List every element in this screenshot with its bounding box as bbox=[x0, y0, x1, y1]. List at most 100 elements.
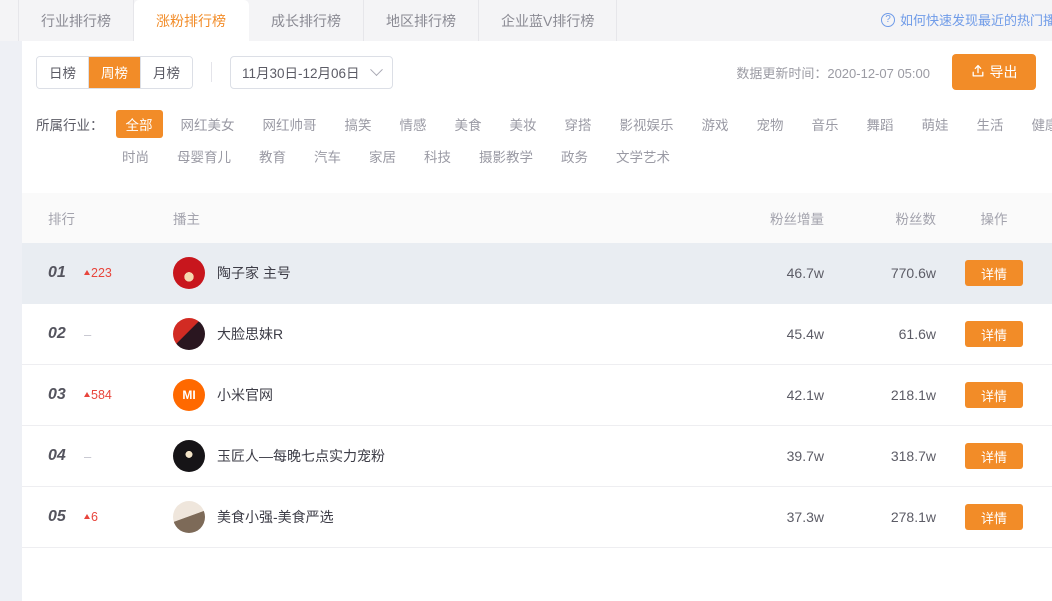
export-upload-icon bbox=[971, 64, 985, 81]
industry-tag-row1-14[interactable]: 生活 bbox=[967, 110, 1014, 138]
industry-tag-row1-6[interactable]: 美妆 bbox=[500, 110, 547, 138]
rank-number: 02 bbox=[48, 325, 66, 342]
avatar bbox=[173, 257, 205, 289]
author-name[interactable]: 大脸思妹R bbox=[217, 324, 283, 344]
cell-action: 详情 bbox=[936, 504, 1052, 530]
industry-filter-row-1: 所属行业： 全部 网红美女 网红帅哥 搞笑 情感 美食 美妆 穿搭 影视娱乐 游戏 宠物 音乐 舞蹈 萌娃… bbox=[36, 109, 1052, 139]
arrow-up-icon bbox=[84, 391, 90, 397]
tab-0[interactable]: 行业排行榜 bbox=[18, 0, 134, 41]
column-header-increase: 粉丝增量 bbox=[770, 212, 824, 227]
avatar bbox=[173, 440, 205, 472]
cell-fans-increase: 37.3w bbox=[786, 509, 824, 525]
cell-fans-total: 770.6w bbox=[890, 265, 936, 281]
industry-tag-row2-4[interactable]: 家居 bbox=[359, 142, 406, 170]
industry-tag-row1-4[interactable]: 情感 bbox=[390, 110, 437, 138]
tab-2[interactable]: 成长排行榜 bbox=[249, 0, 364, 41]
period-segmented-control[interactable]: 日榜 周榜 月榜 bbox=[36, 55, 193, 89]
table-row[interactable]: 02 – 大脸思妹R 45.4w 61.6w 详情 bbox=[22, 304, 1052, 365]
industry-tag-row1-3[interactable]: 搞笑 bbox=[335, 110, 382, 138]
rank-number: 04 bbox=[48, 447, 66, 464]
export-button[interactable]: 导出 bbox=[952, 54, 1036, 90]
industry-tag-row2-1[interactable]: 母婴育儿 bbox=[167, 142, 241, 170]
detail-button[interactable]: 详情 bbox=[965, 504, 1023, 530]
industry-tag-row1-15[interactable]: 健康 bbox=[1022, 110, 1052, 138]
industry-tag-row1-2[interactable]: 网红帅哥 bbox=[253, 110, 327, 138]
period-option-0[interactable]: 日榜 bbox=[37, 56, 89, 88]
help-link-label: 如何快速发现最近的热门播 bbox=[899, 13, 1052, 28]
date-range-value: 11月30日-12月06日 bbox=[242, 66, 360, 81]
table-header-row: 排行 播主 粉丝增量 粉丝数 操作 bbox=[22, 193, 1052, 243]
period-option-1[interactable]: 周榜 bbox=[89, 56, 141, 88]
cell-rank: 04 – bbox=[22, 447, 167, 465]
rank-delta-value: 223 bbox=[91, 266, 112, 280]
cell-rank: 05 6 bbox=[22, 508, 167, 526]
detail-button[interactable]: 详情 bbox=[965, 260, 1023, 286]
tab-1[interactable]: 涨粉排行榜 bbox=[134, 0, 249, 41]
industry-tag-row2-5[interactable]: 科技 bbox=[414, 142, 461, 170]
export-button-label: 导出 bbox=[989, 64, 1018, 80]
author-name[interactable]: 小米官网 bbox=[217, 385, 273, 405]
tab-4[interactable]: 企业蓝V排行榜 bbox=[479, 0, 618, 41]
author-name[interactable]: 玉匠人—每晚七点实力宠粉 bbox=[217, 446, 385, 466]
chevron-down-icon bbox=[369, 62, 383, 76]
industry-tag-row1-8[interactable]: 影视娱乐 bbox=[610, 110, 684, 138]
rank-delta-value: 6 bbox=[91, 510, 98, 524]
toolbar: 日榜 周榜 月榜 11月30日-12月06日 数据更新时间：2020-12-07 0… bbox=[22, 41, 1052, 103]
cell-rank: 03 584 bbox=[22, 386, 167, 404]
rank-delta: – bbox=[84, 449, 91, 464]
industry-tag-row2-7[interactable]: 政务 bbox=[551, 142, 598, 170]
table-row[interactable]: 05 6 美食小强-美食严选 37.3w 278.1w 详情 bbox=[22, 487, 1052, 548]
industry-tag-row1-9[interactable]: 游戏 bbox=[692, 110, 739, 138]
industry-tag-row1-12[interactable]: 舞蹈 bbox=[857, 110, 904, 138]
industry-tag-row2-0[interactable]: 时尚 bbox=[112, 142, 159, 170]
help-link[interactable]: ? 如何快速发现最近的热门播 bbox=[880, 10, 1052, 29]
content-card: 日榜 周榜 月榜 11月30日-12月06日 数据更新时间：2020-12-07 0… bbox=[22, 41, 1052, 601]
question-circle-icon: ? bbox=[880, 12, 895, 27]
column-header-total: 粉丝数 bbox=[895, 212, 937, 227]
industry-tag-row1-5[interactable]: 美食 bbox=[445, 110, 492, 138]
ranking-table: 排行 播主 粉丝增量 粉丝数 操作 01 223 陶子家 主号 46.7w 770.6w… bbox=[22, 193, 1052, 548]
data-update-time: 数据更新时间：2020-12-07 05:00 bbox=[736, 65, 930, 81]
cell-action: 详情 bbox=[936, 382, 1052, 408]
detail-button[interactable]: 详情 bbox=[965, 321, 1023, 347]
industry-tag-row1-0[interactable]: 全部 bbox=[115, 110, 163, 138]
cell-fans-increase: 42.1w bbox=[786, 387, 824, 403]
rank-delta-value: – bbox=[84, 448, 92, 464]
table-row[interactable]: 03 584 MI 小米官网 42.1w 218.1w 详情 bbox=[22, 365, 1052, 426]
industry-tag-row2-2[interactable]: 教育 bbox=[249, 142, 296, 170]
rank-delta-value: – bbox=[84, 326, 92, 342]
detail-button[interactable]: 详情 bbox=[965, 443, 1023, 469]
rank-delta: 584 bbox=[84, 388, 112, 402]
industry-tag-row2-3[interactable]: 汽车 bbox=[304, 142, 351, 170]
author-name[interactable]: 陶子家 主号 bbox=[217, 263, 291, 283]
industry-tag-row1-7[interactable]: 穿搭 bbox=[555, 110, 602, 138]
cell-rank: 02 – bbox=[22, 325, 167, 343]
industry-tag-row1-1[interactable]: 网红美女 bbox=[171, 110, 245, 138]
detail-button[interactable]: 详情 bbox=[965, 382, 1023, 408]
industry-filter: 所属行业： 全部 网红美女 网红帅哥 搞笑 情感 美食 美妆 穿搭 影视娱乐 游戏 宠物 音乐 舞蹈 萌娃… bbox=[22, 103, 1052, 185]
cell-fans-total: 61.6w bbox=[898, 326, 936, 342]
cell-fans-increase: 39.7w bbox=[786, 448, 824, 464]
cell-fans-total: 278.1w bbox=[890, 509, 936, 525]
industry-tag-row1-11[interactable]: 音乐 bbox=[802, 110, 849, 138]
arrow-up-icon bbox=[84, 513, 90, 519]
tab-3[interactable]: 地区排行榜 bbox=[364, 0, 479, 41]
table-body: 01 223 陶子家 主号 46.7w 770.6w 详情 02 – 大脸思妹R 45.4w 61.… bbox=[22, 243, 1052, 548]
author-name[interactable]: 美食小强-美食严选 bbox=[217, 507, 334, 527]
industry-tag-row1-13[interactable]: 萌娃 bbox=[912, 110, 959, 138]
cell-fans-increase: 45.4w bbox=[786, 326, 824, 342]
rank-delta-value: 584 bbox=[91, 388, 112, 402]
rank-number: 05 bbox=[48, 508, 66, 525]
industry-tag-row2-8[interactable]: 文学艺术 bbox=[606, 142, 680, 170]
arrow-up-icon bbox=[84, 269, 90, 275]
period-option-2[interactable]: 月榜 bbox=[141, 56, 192, 88]
rank-delta: 6 bbox=[84, 510, 98, 524]
rank-delta: – bbox=[84, 327, 91, 342]
table-row[interactable]: 01 223 陶子家 主号 46.7w 770.6w 详情 bbox=[22, 243, 1052, 304]
industry-tag-row2-6[interactable]: 摄影教学 bbox=[469, 142, 543, 170]
industry-filter-row-2: 时尚 母婴育儿 教育 汽车 家居 科技 摄影教学 政务 文学艺术 bbox=[36, 141, 1036, 171]
table-row[interactable]: 04 – 玉匠人—每晚七点实力宠粉 39.7w 318.7w 详情 bbox=[22, 426, 1052, 487]
date-range-picker[interactable]: 11月30日-12月06日 bbox=[230, 55, 393, 89]
toolbar-divider bbox=[211, 62, 212, 82]
industry-tag-row1-10[interactable]: 宠物 bbox=[747, 110, 794, 138]
